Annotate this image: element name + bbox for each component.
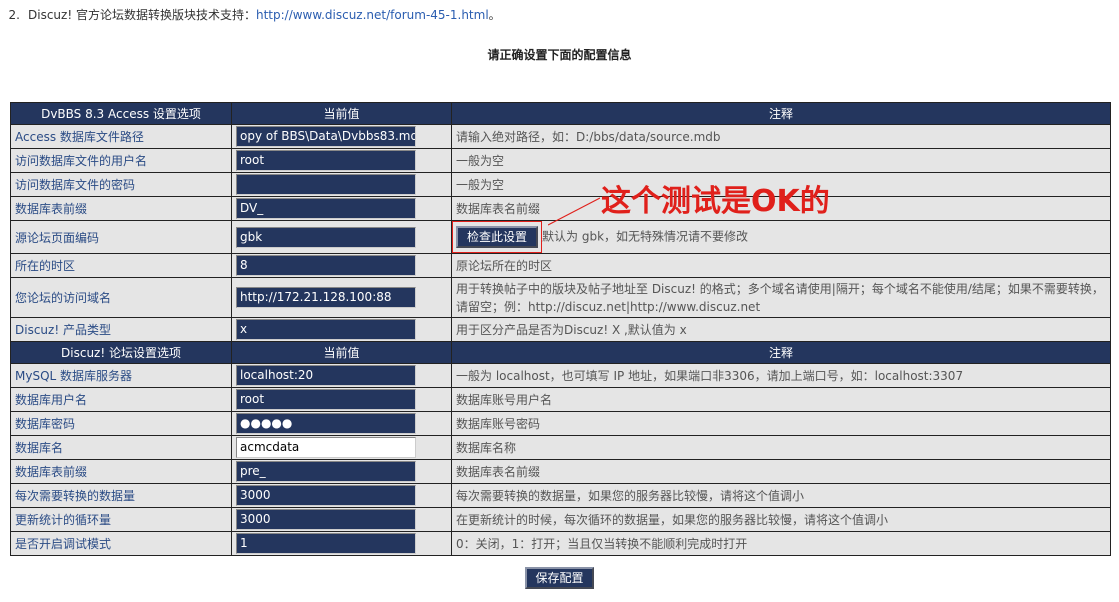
setting-label: Access 数据库文件路径 — [10, 124, 232, 149]
save-button[interactable]: 保存配置 — [525, 567, 594, 589]
table-row: 更新统计的循环量 3000 在更新统计的时候，每次循环的数据量，如果您的服务器比较慢… — [10, 507, 1111, 532]
table-row: 数据库密码 ●●●●● 数据库账号密码 — [10, 411, 1111, 436]
page-heading: 请正确设置下面的配置信息 — [487, 48, 632, 62]
value-cell — [231, 172, 452, 197]
setting-label: 数据库表前缀 — [10, 459, 232, 484]
check-setting-button[interactable]: 检查此设置 — [456, 226, 539, 248]
support-link[interactable]: http://www.discuz.net/forum-45-1.html — [256, 8, 489, 22]
setting-note: 在更新统计的时候，每次循环的数据量，如果您的服务器比较慢，请将这个值调小 — [451, 507, 1111, 532]
setting-note: 一般为空 — [451, 148, 1111, 173]
target_section-header-row: Discuz! 论坛设置选项 当前值 注释 — [10, 341, 1111, 364]
setting-label: 更新统计的循环量 — [10, 507, 232, 532]
setting-note: 数据库表名前缀 — [451, 459, 1111, 484]
value-cell: opy of BBS\Data\Dvbbs83.mdb — [231, 124, 452, 149]
option-header: Discuz! 论坛设置选项 — [10, 341, 232, 364]
setting-label: 访问数据库文件的用户名 — [10, 148, 232, 173]
check-button-highlight: 检查此设置 — [452, 221, 543, 253]
setting-label: 数据库用户名 — [10, 387, 232, 412]
setting-input[interactable]: root — [236, 150, 416, 171]
setting-note: 一般为 localhost，也可填写 IP 地址，如果端口非3306，请加上端口… — [451, 363, 1111, 388]
save-area: 保存配置 — [0, 567, 1119, 589]
table-row: Access 数据库文件路径 opy of BBS\Data\Dvbbs83.md… — [10, 124, 1111, 149]
table-row: 数据库表前缀 pre_ 数据库表名前缀 — [10, 459, 1111, 484]
setting-label: 数据库表前缀 — [10, 196, 232, 221]
setting-input[interactable]: localhost:20 — [236, 365, 416, 386]
setting-note: 请输入绝对路径，如：D:/bbs/data/source.mdb — [451, 124, 1111, 149]
setting-input[interactable]: 8 — [236, 255, 416, 276]
setting-input[interactable]: 3000 — [236, 485, 416, 506]
setting-label: 您论坛的访问域名 — [10, 277, 232, 318]
setting-label: MySQL 数据库服务器 — [10, 363, 232, 388]
support-note: 2. Discuz! 官方论坛数据转换版块技术支持：http://www.disc… — [0, 6, 501, 24]
note-header: 注释 — [451, 102, 1111, 125]
table-row: 数据库用户名 root 数据库账号用户名 — [10, 387, 1111, 412]
setting-label: 所在的时区 — [10, 253, 232, 278]
value-cell: acmcdata — [231, 435, 452, 460]
setting-label: 数据库名 — [10, 435, 232, 460]
value-cell: root — [231, 148, 452, 173]
setting-note: 用于转换帖子中的版块及帖子地址至 Discuz! 的格式；多个域名请使用|隔开；… — [451, 277, 1111, 318]
note-text: Discuz! 官方论坛数据转换版块技术支持： — [28, 8, 256, 22]
table-row: 是否开启调试模式 1 0：关闭，1：打开；当且仅当转换不能顺利完成时打开 — [10, 531, 1111, 556]
setting-note: 0：关闭，1：打开；当且仅当转换不能顺利完成时打开 — [451, 531, 1111, 556]
option-header: DvBBS 8.3 Access 设置选项 — [10, 102, 232, 125]
setting-label: 源论坛页面编码 — [10, 220, 232, 254]
value-header: 当前值 — [231, 341, 452, 364]
setting-input[interactable] — [236, 174, 416, 195]
setting-note: 数据库名称 — [451, 435, 1111, 460]
setting-input[interactable]: x — [236, 319, 416, 340]
table-row: 数据库名 acmcdata 数据库名称 — [10, 435, 1111, 460]
note-suffix: 。 — [488, 8, 501, 22]
setting-input[interactable]: acmcdata — [236, 437, 416, 458]
annotation-arrow-line — [548, 197, 600, 226]
note-header: 注释 — [451, 341, 1111, 364]
setting-note: 每次需要转换的数据量，如果您的服务器比较慢，请将这个值调小 — [451, 483, 1111, 508]
setting-input[interactable]: root — [236, 389, 416, 410]
value-cell: DV_ — [231, 196, 452, 221]
setting-input[interactable]: DV_ — [236, 198, 416, 219]
setting-input[interactable]: 1 — [236, 533, 416, 554]
config-table: DvBBS 8.3 Access 设置选项 当前值 注释 Access 数据库文件路径… — [10, 102, 1111, 556]
setting-input[interactable]: http://172.21.128.100:88 — [236, 287, 416, 308]
value-cell: pre_ — [231, 459, 452, 484]
setting-label: 数据库密码 — [10, 411, 232, 436]
setting-label: Discuz! 产品类型 — [10, 317, 232, 342]
table-row: MySQL 数据库服务器 localhost:20 一般为 localhost，也可… — [10, 363, 1111, 388]
setting-input[interactable]: opy of BBS\Data\Dvbbs83.mdb — [236, 126, 416, 147]
setting-note: 用于区分产品是否为Discuz! X ,默认值为 x — [451, 317, 1111, 342]
setting-label: 是否开启调试模式 — [10, 531, 232, 556]
table-row: 您论坛的访问域名 http://172.21.128.100:88 用于转换帖子中的… — [10, 277, 1111, 318]
value-header: 当前值 — [231, 102, 452, 125]
table-row: 所在的时区 8 原论坛所在的时区 — [10, 253, 1111, 278]
value-cell: 3000 — [231, 507, 452, 532]
setting-input[interactable]: gbk — [236, 226, 416, 248]
setting-label: 每次需要转换的数据量 — [10, 483, 232, 508]
table-row: 访问数据库文件的用户名 root 一般为空 — [10, 148, 1111, 173]
setting-input[interactable]: ●●●●● — [236, 413, 416, 434]
value-cell: ●●●●● — [231, 411, 452, 436]
setting-note: 数据库账号用户名 — [451, 387, 1111, 412]
setting-input[interactable]: pre_ — [236, 461, 416, 482]
setting-input[interactable]: 3000 — [236, 509, 416, 530]
value-cell: 8 — [231, 253, 452, 278]
value-cell: localhost:20 — [231, 363, 452, 388]
setting-note: 原论坛所在的时区 — [451, 253, 1111, 278]
value-cell: x — [231, 317, 452, 342]
table-row: Discuz! 产品类型 x 用于区分产品是否为Discuz! X ,默认值为 x — [10, 317, 1111, 342]
note-number: 2. — [8, 8, 20, 22]
source_section-header-row: DvBBS 8.3 Access 设置选项 当前值 注释 — [10, 102, 1111, 125]
value-cell: root — [231, 387, 452, 412]
value-cell: gbk — [231, 220, 452, 254]
table-row: 每次需要转换的数据量 3000 每次需要转换的数据量，如果您的服务器比较慢，请将这个… — [10, 483, 1111, 508]
note-text: 默认为 gbk，如无特殊情况请不要修改 — [542, 229, 749, 244]
setting-label: 访问数据库文件的密码 — [10, 172, 232, 197]
setting-note: 数据库账号密码 — [451, 411, 1111, 436]
value-cell: 3000 — [231, 483, 452, 508]
value-cell: 1 — [231, 531, 452, 556]
value-cell: http://172.21.128.100:88 — [231, 277, 452, 318]
annotation-text: 这个测试是OK的 — [601, 184, 830, 219]
